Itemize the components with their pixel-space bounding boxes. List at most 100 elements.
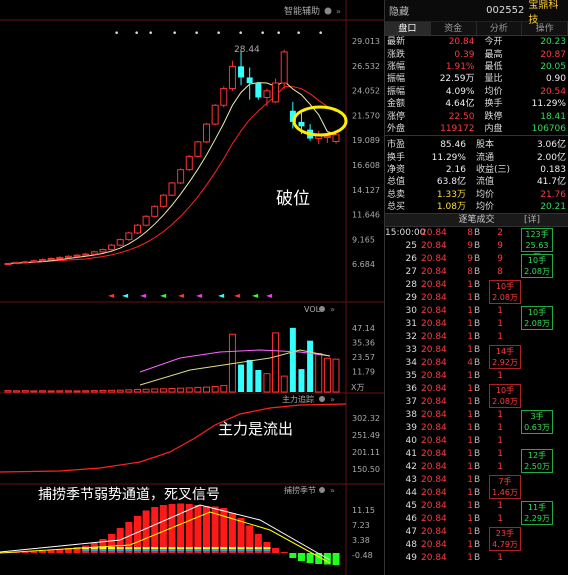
candle-body — [203, 123, 211, 143]
price-tick-label: 29.013 — [352, 37, 380, 46]
trade-v: 1 — [467, 553, 473, 564]
signal-dot: • — [134, 29, 139, 39]
trade-block-amount: 2.29万 — [524, 514, 550, 524]
trade-p: 20.84 — [421, 254, 447, 265]
quote-label: 流值 — [475, 177, 494, 188]
quote-label: 外盘 — [387, 123, 406, 134]
trade-row: 4820.841B1 — [385, 539, 568, 552]
candle-body — [30, 260, 38, 263]
volume-bar — [82, 390, 90, 393]
trade-block-hands: 12手 — [527, 451, 547, 461]
volume-bar — [13, 390, 21, 393]
trade-a: 1 — [497, 410, 503, 421]
ma-slow-line — [7, 86, 337, 264]
arrow-marker: ◄ — [234, 291, 241, 300]
candle-body — [332, 134, 340, 143]
price-axis: 29.013 26.532 24.052 21.570 19.089 16.608 14.1… — [352, 37, 380, 269]
trade-p: 20.84 — [421, 345, 447, 356]
trade-t: 44 — [405, 488, 417, 499]
candle-body — [21, 261, 29, 264]
hide-button[interactable]: 隐藏 — [389, 3, 486, 18]
volume-bar — [151, 388, 159, 393]
trades-header: 逐笔成交 [详] — [385, 213, 568, 228]
trade-t: 45 — [405, 501, 417, 512]
season-title: 捕捞季节 — [284, 485, 316, 495]
season-bar-band — [194, 549, 202, 551]
volume-bars — [4, 327, 340, 393]
trade-row: 3620.841B1 — [385, 383, 568, 396]
quote-label: 最高 — [484, 49, 503, 60]
kline-chart-svg[interactable]: 智能辅助 » 29.013 26.532 24.052 21.570 19.089 16.… — [0, 0, 384, 575]
tab-caozuo[interactable]: 操作 — [522, 22, 568, 35]
main-force-tick-label: 302.32 — [352, 414, 380, 423]
kline-chart-area[interactable]: 智能辅助 » 29.013 26.532 24.052 21.570 19.089 16.… — [0, 0, 384, 575]
candle-body — [272, 82, 280, 103]
quote-value: 20.54 — [540, 86, 566, 97]
season-bar-band — [185, 547, 193, 549]
tab-fenxi[interactable]: 分析 — [477, 22, 523, 35]
quote-value: 20.23 — [540, 37, 566, 48]
trades-list[interactable]: 15:00:00 20.84 8 B 2 25 20.84 9 B 9 26 20.84 9 B 9 27 20… — [385, 227, 568, 565]
trade-a: 2 — [497, 228, 503, 239]
trade-block: 23手 4.79万 — [489, 527, 521, 552]
trade-p: 20.84 — [421, 462, 447, 473]
vol-settings-icon[interactable] — [319, 306, 325, 312]
quote-row: 总买 1.08万 均价 20.21 — [385, 201, 568, 213]
main-force-settings-icon[interactable] — [319, 396, 325, 402]
quote-label: 收益(三) — [475, 165, 510, 176]
quote-value: 11.29% — [531, 99, 566, 110]
quote-label: 总卖 — [387, 189, 406, 200]
trade-block-hands: 10手 — [527, 308, 547, 318]
volume-bar — [47, 390, 55, 393]
trades-detail-link[interactable]: [详] — [524, 214, 540, 227]
volume-bar — [307, 340, 314, 392]
tab-zijin[interactable]: 资金 — [431, 22, 477, 35]
price-tick-label: 14.127 — [352, 186, 380, 195]
candle-body — [323, 135, 331, 138]
trade-t: 29 — [405, 293, 417, 304]
trade-p: 20.84 — [421, 267, 447, 278]
quote-table-main: 最新 20.84 今开 20.23 涨跌 0.39 最高 20.87 涨幅 1.91% 最低 20.0… — [385, 36, 568, 135]
trade-t: 40 — [405, 436, 417, 447]
season-bar-band — [142, 547, 150, 549]
candle-body — [133, 224, 141, 234]
candle-body — [125, 232, 133, 241]
trade-block-amount: 2.08万 — [492, 293, 518, 303]
trade-p: 20.84 — [421, 449, 447, 460]
trade-p: 20.84 — [421, 501, 447, 512]
price-tick-label: 19.089 — [352, 136, 380, 145]
quote-label: 金额 — [387, 99, 406, 110]
volume-bar — [289, 327, 296, 392]
candle-body — [168, 182, 176, 196]
quote-row: 涨停 22.50 跌停 18.41 — [385, 110, 568, 122]
chart-toolbar-icons[interactable]: » — [324, 7, 342, 16]
season-bar-negative — [306, 553, 314, 563]
main-force-more-icon[interactable]: » — [330, 395, 335, 404]
volume-bar — [238, 364, 245, 392]
volume-bar — [185, 387, 193, 393]
trade-t: 47 — [405, 527, 417, 538]
signal-dot: • — [276, 29, 281, 39]
arrow-marker: ◄ — [218, 291, 225, 300]
tab-pankou[interactable]: 盘口 — [385, 22, 431, 35]
volume-bar — [194, 386, 202, 393]
trade-p: 20.84 — [421, 358, 447, 369]
season-more-icon[interactable]: » — [330, 486, 335, 495]
trade-v: 1 — [467, 423, 473, 434]
indicator-title-smart: 智能辅助 — [284, 5, 320, 17]
trade-a: 1 — [497, 553, 503, 564]
trade-block: 10手 2.08万 — [521, 254, 553, 279]
vol-more-icon[interactable]: » — [330, 305, 335, 314]
quote-value: 3.06亿 — [536, 140, 566, 151]
trade-a: 9 — [497, 254, 503, 265]
candle-body — [99, 249, 107, 253]
season-settings-icon[interactable] — [319, 487, 325, 493]
season-bar-band — [237, 547, 245, 549]
quote-label: 股本 — [475, 140, 494, 151]
candle-body — [263, 90, 271, 98]
trade-p: 20.84 — [421, 436, 447, 447]
trade-a: 1 — [497, 501, 503, 512]
trade-row: 4420.841B1 — [385, 487, 568, 500]
quote-value: 41.7亿 — [536, 177, 566, 188]
trade-block-amount: 2.92万 — [492, 358, 518, 368]
